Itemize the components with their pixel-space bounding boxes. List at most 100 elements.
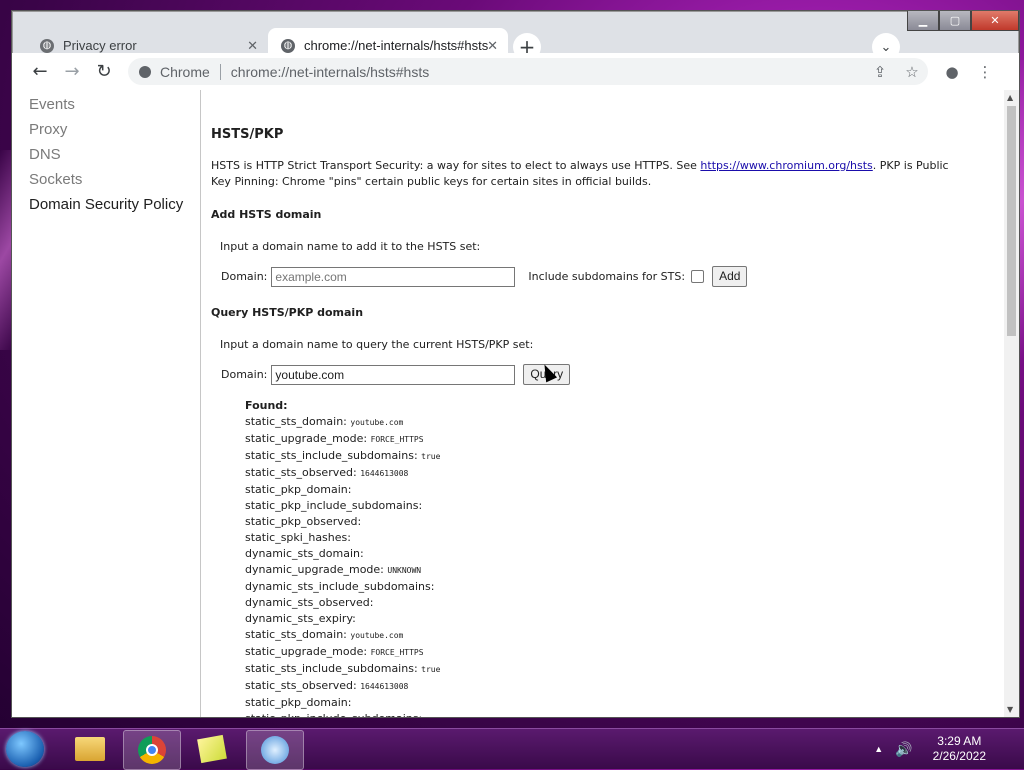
result-row: dynamic_sts_expiry: [245, 611, 440, 627]
description-text: HSTS is HTTP Strict Transport Security: … [211, 159, 701, 172]
url-text[interactable]: chrome://net-internals/hsts#hsts [231, 64, 429, 80]
result-row: static_pkp_include_subdomains: [245, 498, 440, 514]
tab-title: chrome://net-internals/hsts#hsts [304, 38, 489, 53]
result-row: static_sts_include_subdomains: true [245, 448, 440, 465]
query-hsts-form: Domain: Query [221, 364, 571, 385]
tab-close-icon[interactable]: ✕ [247, 38, 258, 54]
result-key: dynamic_upgrade_mode: [245, 563, 384, 576]
add-domain-input[interactable] [271, 266, 516, 287]
result-key: static_sts_domain: [245, 628, 347, 641]
page-content: Events Proxy DNS Sockets Domain Security… [12, 90, 1019, 717]
result-key: static_sts_include_subdomains: [245, 449, 418, 462]
page-title: HSTS/PKP [211, 127, 284, 142]
scroll-down-arrow[interactable]: ▼ [1007, 705, 1013, 714]
result-value: youtube.com [350, 418, 404, 427]
result-rows: static_sts_domain: youtube.com static_upg… [245, 414, 440, 717]
chromium-hsts-link[interactable]: https://www.chromium.org/hsts [700, 159, 872, 172]
globe-icon: ◍ [40, 38, 54, 53]
show-hidden-icons[interactable]: ▲ [874, 744, 883, 754]
result-value: FORCE_HTTPS [370, 435, 424, 444]
query-hsts-instruction: Input a domain name to query the current… [220, 338, 534, 351]
sidebar-item-domain-security-policy[interactable]: Domain Security Policy [12, 192, 200, 217]
found-title: Found: [245, 399, 288, 412]
result-row: static_sts_include_subdomains: true [245, 661, 440, 678]
taskbar-clock-app[interactable] [246, 730, 304, 770]
clock-time: 3:29 AM [937, 734, 982, 748]
result-value: 1644613008 [360, 469, 409, 478]
main-content: HSTS/PKP HSTS is HTTP Strict Transport S… [211, 90, 991, 717]
sidebar-item-dns[interactable]: DNS [12, 142, 200, 167]
taskbar-explorer[interactable] [62, 730, 118, 768]
result-key: static_pkp_domain: [245, 483, 352, 496]
result-key: dynamic_sts_observed: [245, 596, 374, 609]
result-row: dynamic_sts_domain: [245, 546, 440, 562]
result-row: dynamic_sts_include_subdomains: [245, 579, 440, 595]
volume-icon[interactable]: 🔊 [895, 741, 912, 758]
result-key: dynamic_sts_include_subdomains: [245, 580, 435, 593]
domain-label: Domain: [221, 368, 268, 381]
tab-title: Privacy error [63, 38, 137, 53]
query-hsts-heading: Query HSTS/PKP domain [211, 306, 364, 319]
menu-icon[interactable]: ⋮ [971, 58, 999, 86]
add-hsts-instruction: Input a domain name to add it to the HST… [220, 240, 481, 253]
result-key: static_upgrade_mode: [245, 645, 368, 658]
add-hsts-form: Domain: Include subdomains for STS: Add [221, 266, 748, 287]
include-subdomains-label: Include subdomains for STS: [528, 270, 686, 283]
taskbar-chrome[interactable] [123, 730, 181, 770]
result-row: dynamic_upgrade_mode: UNKNOWN [245, 562, 440, 579]
result-key: static_pkp_domain: [245, 696, 352, 709]
result-row: static_pkp_domain: [245, 482, 440, 498]
browser-window: ▁ ▢ ✕ ◍ Privacy error ✕ ◍ chrome://net-i… [11, 10, 1020, 718]
sidebar: Events Proxy DNS Sockets Domain Security… [12, 90, 201, 717]
chrome-icon [138, 736, 166, 764]
profile-icon[interactable]: ● [938, 58, 966, 86]
taskbar-sticky-notes[interactable] [184, 730, 240, 768]
reload-button[interactable]: ↻ [90, 57, 118, 85]
result-key: static_upgrade_mode: [245, 432, 368, 445]
result-key: static_sts_domain: [245, 415, 347, 428]
result-key: static_pkp_observed: [245, 515, 362, 528]
query-domain-input[interactable] [271, 364, 516, 385]
description: HSTS is HTTP Strict Transport Security: … [211, 158, 951, 190]
result-key: dynamic_sts_expiry: [245, 612, 356, 625]
result-key: static_sts_include_subdomains: [245, 662, 418, 675]
clock-icon [261, 736, 289, 764]
result-row: static_sts_domain: youtube.com [245, 627, 440, 644]
include-subdomains-checkbox[interactable] [691, 270, 705, 283]
scroll-up-arrow[interactable]: ▲ [1007, 93, 1013, 102]
folder-icon [75, 737, 105, 761]
result-row: static_pkp_include_subdomains: [245, 711, 440, 717]
system-tray: ▲ 🔊 3:29 AM 2/26/2022 [874, 729, 1014, 769]
result-row: static_pkp_observed: [245, 514, 440, 530]
result-row: dynamic_sts_observed: [245, 595, 440, 611]
start-button[interactable] [6, 731, 44, 767]
tab-close-icon[interactable]: ✕ [487, 38, 498, 54]
browser-toolbar: ← → ↻ Chrome chrome://net-internals/hsts… [12, 53, 1019, 91]
taskbar-clock[interactable]: 3:29 AM 2/26/2022 [933, 734, 986, 764]
back-button[interactable]: ← [26, 57, 54, 85]
add-button[interactable]: Add [712, 266, 748, 287]
sidebar-item-events[interactable]: Events [12, 92, 200, 117]
result-value: true [421, 665, 441, 674]
sidebar-item-sockets[interactable]: Sockets [12, 167, 200, 192]
domain-label: Domain: [221, 270, 268, 283]
result-key: static_sts_observed: [245, 679, 357, 692]
vertical-scrollbar[interactable]: ▲ ▼ [1004, 90, 1019, 717]
chrome-icon [139, 65, 151, 78]
scroll-thumb[interactable] [1007, 106, 1016, 336]
taskbar: ▲ 🔊 3:29 AM 2/26/2022 [0, 728, 1024, 770]
bookmark-star-icon[interactable]: ☆ [898, 58, 926, 86]
result-key: static_sts_observed: [245, 466, 357, 479]
result-key: dynamic_sts_domain: [245, 547, 364, 560]
result-value: 1644613008 [360, 682, 409, 691]
address-bar[interactable]: Chrome chrome://net-internals/hsts#hsts [128, 58, 928, 85]
result-row: static_pkp_domain: [245, 695, 440, 711]
add-hsts-heading: Add HSTS domain [211, 208, 322, 221]
forward-button[interactable]: → [58, 57, 86, 85]
result-value: youtube.com [350, 631, 404, 640]
result-key: static_spki_hashes: [245, 531, 351, 544]
sidebar-item-proxy[interactable]: Proxy [12, 117, 200, 142]
share-icon[interactable]: ⇪ [866, 58, 894, 86]
result-key: static_pkp_include_subdomains: [245, 499, 423, 512]
result-row: static_spki_hashes: [245, 530, 440, 546]
